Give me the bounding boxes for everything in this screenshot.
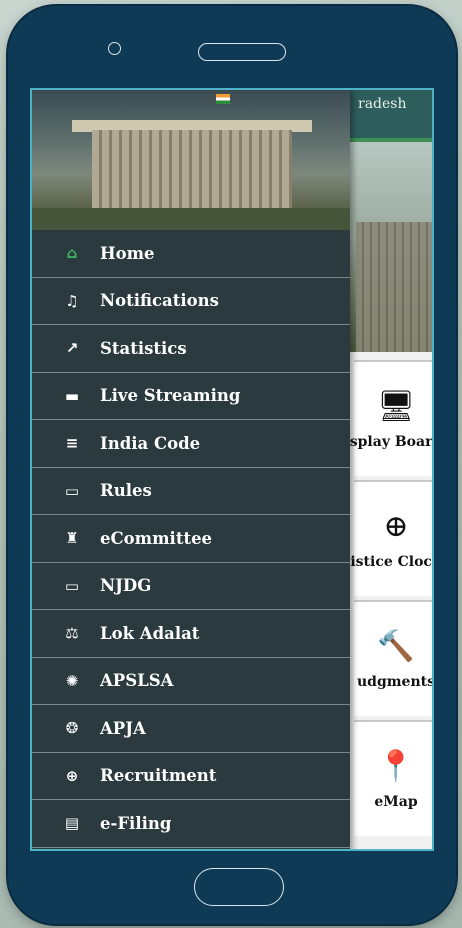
gavel-icon: 🔨: [377, 628, 415, 664]
camera-icon: [108, 42, 121, 55]
justice-clock-label: istice Clock: [350, 553, 434, 570]
display-board-card[interactable]: 🖥 splay Board: [350, 360, 432, 476]
menu-item-label: eCommittee: [100, 528, 213, 548]
menu-item-e-filing[interactable]: ▤ e-Filing: [32, 800, 350, 848]
map-pin-icon: 📍: [377, 748, 415, 784]
speaker-grille: [198, 43, 286, 61]
bell-icon: ♫: [65, 291, 79, 310]
menu-item-apja[interactable]: ❂ APJA: [32, 705, 350, 753]
phone-frame: radesh 🖥 splay Board ⊕ istice Clock 🔨 ud…: [8, 6, 456, 924]
judgments-label: udgments: [356, 673, 434, 690]
menu-item-label: Home: [100, 243, 155, 263]
app-screen: radesh 🖥 splay Board ⊕ istice Clock 🔨 ud…: [30, 88, 434, 851]
flag-image: [216, 94, 230, 104]
menu-item-ecommittee[interactable]: ♜ eCommittee: [32, 515, 350, 563]
menu-item-label: Notifications: [100, 291, 219, 311]
menu-item-njdg[interactable]: ▭ NJDG: [32, 563, 350, 610]
menu-item-label: Recruitment: [100, 766, 217, 786]
menu-item-apslsa[interactable]: ✺ APSLSA: [32, 658, 350, 705]
menu-item-rules[interactable]: ▭ Rules: [32, 468, 350, 515]
ground-image: [32, 208, 350, 230]
menu-item-label: Statistics: [100, 338, 187, 358]
building-image: [356, 222, 432, 372]
menu-item-label: Lok Adalat: [100, 623, 200, 643]
emap-card[interactable]: 📍 eMap: [354, 720, 432, 836]
recruitment-icon: ⊕: [65, 766, 79, 785]
drawer-menu: ⌂ Home ♫ Notifications ↗ Statistics ▬ Li…: [32, 230, 350, 848]
high-court-building-image: [92, 130, 292, 210]
apja-emblem-icon: ❂: [65, 719, 79, 738]
apslsa-emblem-icon: ✺: [65, 671, 79, 690]
menu-item-live-streaming[interactable]: ▬ Live Streaming: [32, 373, 350, 420]
drawer-header-image: [32, 90, 350, 230]
menu-item-label: APSLSA: [100, 671, 174, 691]
home-button[interactable]: [194, 868, 284, 906]
menu-item-india-code[interactable]: ≡ India Code: [32, 420, 350, 468]
display-board-label: splay Board: [349, 433, 434, 450]
justice-clock-card[interactable]: ⊕ istice Clock: [350, 480, 432, 596]
app-header-title: radesh: [358, 96, 407, 112]
monitor-icon: 🖥: [376, 388, 416, 424]
menu-item-label: India Code: [100, 433, 201, 453]
clock-icon: ⊕: [383, 508, 409, 544]
menu-item-recruitment[interactable]: ⊕ Recruitment: [32, 753, 350, 800]
live-streaming-icon: ▬: [64, 386, 80, 405]
statistics-icon: ↗: [65, 339, 79, 358]
emap-label: eMap: [374, 793, 418, 810]
menu-item-label: e-Filing: [100, 813, 172, 833]
e-filing-icon: ▤: [64, 814, 80, 833]
rules-icon: ▭: [64, 481, 80, 500]
menu-item-label: APJA: [100, 718, 146, 738]
menu-item-label: Rules: [100, 481, 152, 501]
ecommittee-icon: ♜: [65, 529, 79, 548]
menu-item-label: NJDG: [100, 576, 152, 596]
india-code-icon: ≡: [65, 434, 79, 453]
judgments-card[interactable]: 🔨 udgments: [354, 600, 434, 716]
home-icon: ⌂: [66, 244, 78, 263]
navigation-drawer: ⌂ Home ♫ Notifications ↗ Statistics ▬ Li…: [32, 90, 350, 849]
menu-item-label: Live Streaming: [100, 386, 241, 406]
menu-item-home[interactable]: ⌂ Home: [32, 230, 350, 278]
menu-item-lok-adalat[interactable]: ⚖ Lok Adalat: [32, 610, 350, 658]
scales-icon: ⚖: [65, 624, 79, 643]
menu-item-notifications[interactable]: ♫ Notifications: [32, 278, 350, 325]
menu-item-statistics[interactable]: ↗ Statistics: [32, 325, 350, 373]
monitor-icon: ▭: [64, 576, 80, 595]
